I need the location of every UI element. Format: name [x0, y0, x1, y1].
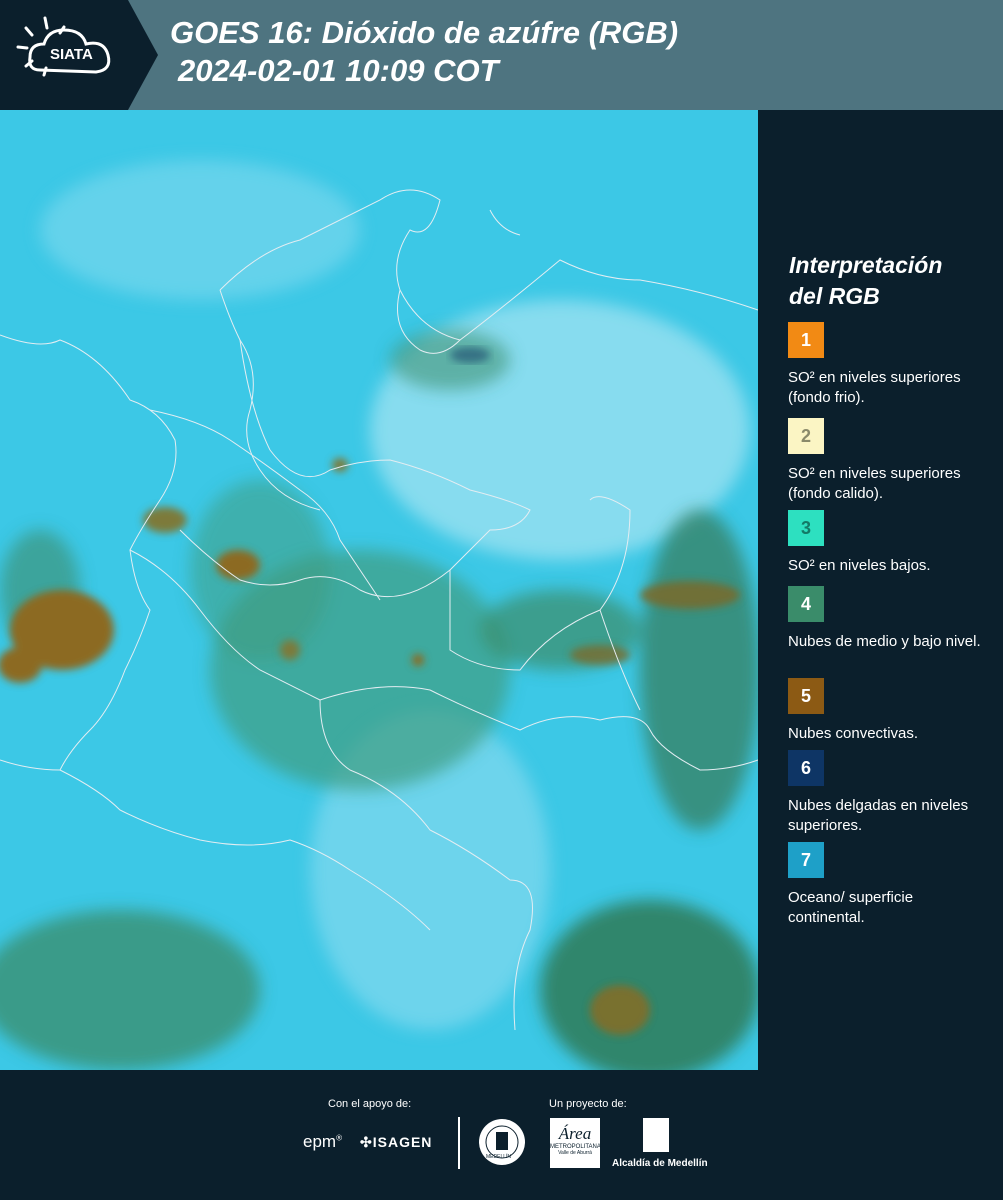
medellin-seal-logo: MEDELLÍN	[478, 1118, 526, 1166]
satellite-map	[0, 110, 758, 1070]
header-bar: SIATA GOES 16: Dióxido de azúfre (RGB) 2…	[0, 0, 1003, 110]
isagen-logo-text: ISAGEN	[372, 1134, 433, 1150]
legend-label: Nubes de medio y bajo nivel.	[788, 633, 981, 650]
alcaldia-label: Alcaldía de Medellín	[612, 1158, 708, 1169]
legend-label: SO² en niveles superiores (fondo frio).	[788, 369, 961, 406]
title-line-2: 2024-02-01 10:09 COT	[178, 53, 499, 88]
area-metropolitana-logo: Área METROPOLITANA Valle de Aburrá	[550, 1118, 601, 1168]
legend-swatch: 2	[788, 418, 824, 454]
area-sub-text-2: Valle de Aburrá	[558, 1150, 592, 1156]
epm-logo-text: epm	[303, 1132, 337, 1151]
legend-swatch: 4	[788, 586, 824, 622]
legend-label: Nubes delgadas en niveles superiores.	[788, 797, 969, 834]
legend-label: Oceano/ superficie continental.	[788, 889, 914, 926]
legend-item: 2 SO² en niveles superiores (fondo calid…	[788, 418, 988, 504]
legend-label: Nubes convectivas.	[788, 725, 919, 742]
legend-label: SO² en niveles bajos.	[788, 557, 931, 574]
legend-item: 4 Nubes de medio y bajo nivel.	[788, 586, 988, 652]
title-line-1: GOES 16: Dióxido de azúfre (RGB)	[170, 15, 679, 50]
siata-logo: SIATA	[0, 0, 158, 110]
legend-item: 5 Nubes convectivas.	[788, 678, 988, 744]
legend-label: SO² en niveles superiores (fondo calido)…	[788, 465, 961, 502]
alcaldia-shield-icon	[643, 1118, 669, 1152]
medellin-seal-text: MEDELLÍN	[486, 1154, 512, 1160]
legend-item: 3 SO² en niveles bajos.	[788, 510, 988, 576]
support-label: Con el apoyo de:	[328, 1098, 412, 1110]
thin-high-cloud	[450, 347, 490, 363]
legend-item: 1 SO² en niveles superiores (fondo frio)…	[788, 322, 988, 408]
page-title: GOES 16: Dióxido de azúfre (RGB) 2024-02…	[170, 14, 678, 90]
legend-title: Interpretación del RGB	[789, 250, 942, 312]
legend-item: 7 Oceano/ superficie continental.	[788, 842, 988, 928]
legend-swatch: 1	[788, 322, 824, 358]
logo-text: SIATA	[50, 46, 93, 63]
isagen-icon: ✣	[360, 1134, 373, 1150]
legend-title-line-2: del RGB	[789, 283, 880, 309]
epm-logo: epm®	[303, 1132, 342, 1151]
legend-item: 6 Nubes delgadas en niveles superiores.	[788, 750, 988, 836]
legend-swatch: 3	[788, 510, 824, 546]
isagen-logo: ✣ISAGEN	[360, 1134, 432, 1151]
legend-swatch: 7	[788, 842, 824, 878]
footer: Con el apoyo de: epm® ✣ISAGEN Un proyect…	[0, 1070, 1003, 1200]
legend-swatch: 5	[788, 678, 824, 714]
legend-panel: Interpretación del RGB 1 SO² en niveles …	[758, 110, 1003, 1070]
project-label: Un proyecto de:	[549, 1098, 627, 1110]
legend-title-line-1: Interpretación	[789, 252, 943, 278]
footer-divider	[458, 1117, 460, 1169]
area-logo-text: Área	[558, 1124, 592, 1143]
legend-swatch: 6	[788, 750, 824, 786]
